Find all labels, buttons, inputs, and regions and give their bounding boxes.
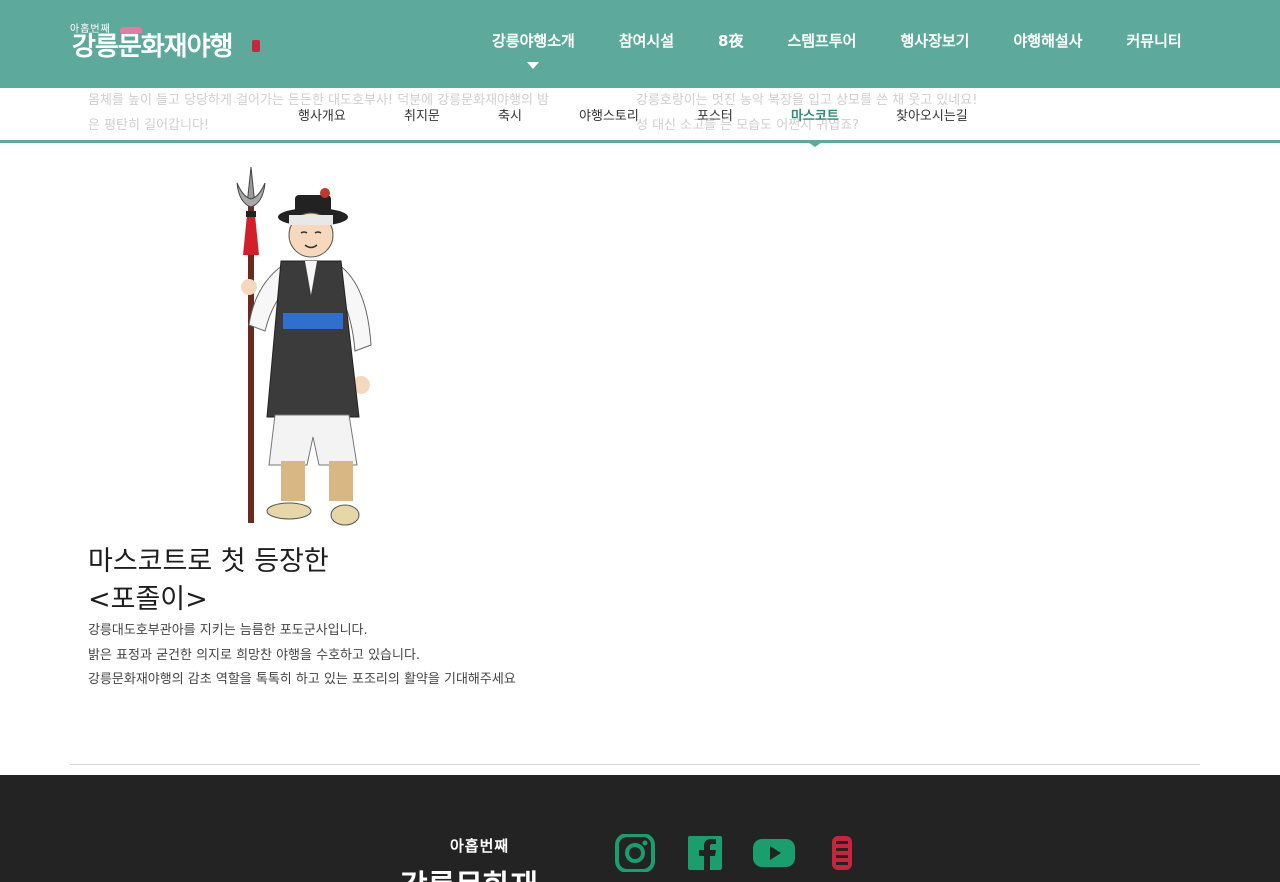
active-pointer-icon <box>805 140 825 147</box>
desc-line: 강릉문화재야행의 감초 역할을 톡톡히 하고 있는 포조리의 활약을 기대해주세… <box>88 672 516 687</box>
subnav-item-mascot[interactable]: 마스코트 <box>791 105 839 124</box>
nav-item-docent[interactable]: 야행해설사 <box>991 0 1104 88</box>
mascot-name: <포졸이> <box>88 584 208 615</box>
nav-item-community[interactable]: 커뮤니티 <box>1105 0 1204 88</box>
subnav-item-poem[interactable]: 축시 <box>498 105 522 124</box>
nav-item-venue[interactable]: 행사장보기 <box>878 0 991 88</box>
instagram-icon[interactable] <box>615 834 655 872</box>
dropdown-arrow-icon <box>527 62 540 69</box>
nav-item-label: 커뮤니티 <box>1126 32 1182 50</box>
desc-line: 밝은 표정과 굳건한 의지로 희망찬 야행을 수호하고 있습니다. <box>88 647 421 663</box>
logo-stamp-icon <box>252 40 260 52</box>
subnav-item-directions[interactable]: 찾아오시는길 <box>896 105 968 124</box>
content-divider <box>70 764 1200 765</box>
footer-logo-title: 강릉문화재 <box>400 861 538 882</box>
subnav-item-poster[interactable]: 포스터 <box>697 105 733 124</box>
subnav-item-story[interactable]: 야행스토리 <box>579 105 639 124</box>
facebook-icon[interactable] <box>686 834 726 872</box>
nav-item-label: 야행해설사 <box>1013 32 1083 50</box>
nav-item-label: 8夜 <box>718 32 744 50</box>
footer-logo-subtitle: 아홉번째 <box>450 837 510 855</box>
sub-nav: 행사개요 취지문 축시 야행스토리 포스터 마스코트 찾아오시는길 <box>0 88 1280 147</box>
footer-logo[interactable]: 아홉번째 강릉문화재 <box>400 835 580 882</box>
desc-line: 강릉대도호부관아를 지키는 늠름한 포도군사입니다. <box>88 623 368 638</box>
nav-item-facilities[interactable]: 참여시설 <box>597 0 696 88</box>
logo-title: 강릉문화재야행 <box>72 32 233 62</box>
subnav-item-purpose[interactable]: 취지문 <box>404 105 440 124</box>
nav-item-label: 강릉야행소개 <box>492 32 575 50</box>
main-nav: 강릉야행소개 참여시설 8夜 스템프투어 행사장보기 야행해설사 커뮤니티 <box>470 0 1204 88</box>
mascot-image <box>236 166 372 526</box>
nav-item-intro[interactable]: 강릉야행소개 <box>470 0 597 88</box>
site-header: 아홉번째 강릉문화재야행 강릉야행소개 참여시설 8夜 스템프투어 행사장보기 … <box>0 0 1280 88</box>
nav-item-label: 스템프투어 <box>787 32 857 50</box>
subnav-item-overview[interactable]: 행사개요 <box>298 105 346 124</box>
site-logo[interactable]: 아홉번째 강릉문화재야행 <box>70 18 265 62</box>
mascot-description: 강릉대도호부관아를 지키는 늠름한 포도군사입니다. 밝은 표정과 굳건한 의지… <box>88 619 516 693</box>
nav-item-stamp-tour[interactable]: 스템프투어 <box>765 0 878 88</box>
youtube-icon[interactable] <box>752 834 796 872</box>
site-footer: 아홉번째 강릉문화재 <box>0 775 1280 882</box>
nav-item-label: 행사장보기 <box>900 32 970 50</box>
mascot-title: 마스코트로 첫 등장한 <포졸이> <box>88 543 329 619</box>
mascot-title-line: 마스코트로 첫 등장한 <box>88 546 329 577</box>
nav-item-8nights[interactable]: 8夜 <box>696 0 765 88</box>
nav-item-label: 참여시설 <box>618 32 675 50</box>
gangneung-stamp-icon[interactable] <box>826 834 858 872</box>
